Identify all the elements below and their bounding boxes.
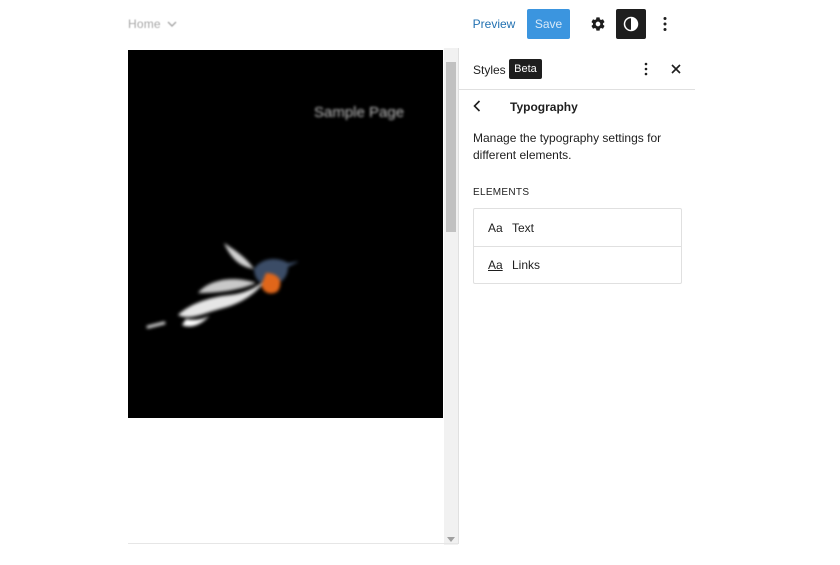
sidebar-more-button[interactable] <box>637 60 655 78</box>
panel-description: Manage the typography settings for diffe… <box>473 131 662 162</box>
scroll-down-arrow-icon[interactable] <box>447 537 455 542</box>
beta-badge: Beta <box>509 59 542 79</box>
gear-icon <box>591 17 605 31</box>
editor-canvas[interactable]: Sample Page <box>128 48 444 545</box>
close-icon <box>671 64 681 74</box>
save-button[interactable]: Save <box>527 9 570 39</box>
canvas-nav-link: Sample Page <box>314 104 405 121</box>
editor-header: Home Preview Save <box>0 0 840 48</box>
element-item-text[interactable]: Aa Text <box>474 209 681 246</box>
document-title: Home <box>128 17 161 31</box>
canvas-scrollbar[interactable] <box>444 48 458 545</box>
settings-button[interactable] <box>583 9 613 39</box>
sidebar-title: Styles <box>473 63 506 77</box>
half-circle-contrast-icon <box>623 16 639 32</box>
link-typography-icon: Aa <box>488 258 503 272</box>
element-label: Text <box>512 220 535 235</box>
sidebar-header: Styles Beta <box>459 48 695 90</box>
bird-illustration <box>146 243 298 329</box>
elements-list: Aa Text Aa Links <box>473 208 682 284</box>
elements-heading: ELEMENTS <box>473 187 530 198</box>
more-vertical-icon <box>644 62 648 76</box>
typography-icon: Aa <box>488 220 503 235</box>
more-vertical-icon <box>663 17 667 31</box>
page-preview: Sample Page <box>128 50 443 418</box>
panel-title: Typography <box>510 100 578 114</box>
options-button[interactable] <box>650 9 680 39</box>
styles-sidebar: Styles Beta Typography Manage the typogr… <box>458 48 695 544</box>
document-title-dropdown[interactable]: Home <box>128 16 177 32</box>
element-label: Links <box>512 258 541 272</box>
scrollbar-thumb[interactable] <box>446 62 456 232</box>
preview-button[interactable]: Preview <box>467 9 521 39</box>
sidebar-close-button[interactable] <box>667 60 685 78</box>
styles-toggle-button[interactable] <box>616 9 646 39</box>
back-button[interactable] <box>469 98 485 114</box>
chevron-left-icon <box>473 100 481 112</box>
chevron-down-icon <box>167 21 177 27</box>
element-item-links[interactable]: Aa Links <box>474 246 681 283</box>
